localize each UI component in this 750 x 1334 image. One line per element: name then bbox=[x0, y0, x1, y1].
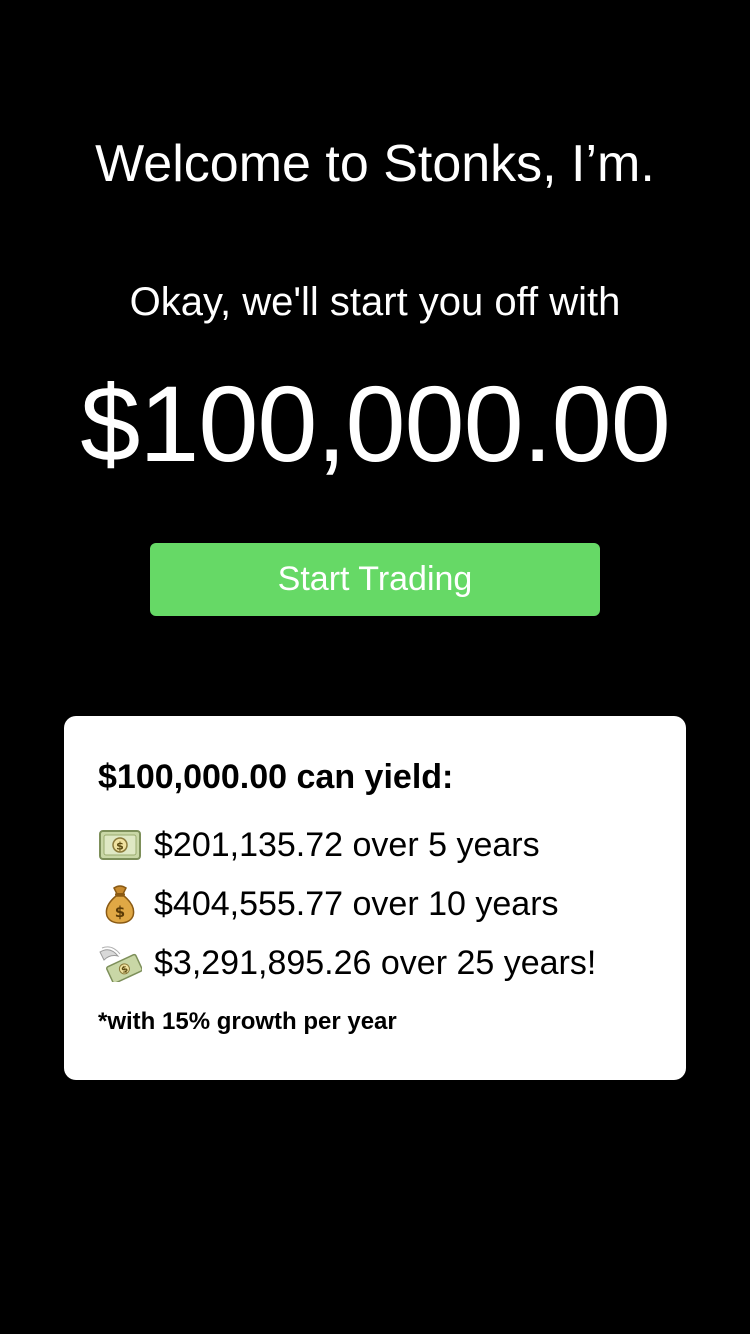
yield-row-5-years: $ $201,135.72 over 5 years bbox=[98, 821, 540, 869]
start-trading-button[interactable]: Start Trading bbox=[150, 543, 600, 616]
yield-row-10-years: $ $404,555.77 over 10 years bbox=[98, 880, 559, 928]
money-with-wings-icon: $ bbox=[98, 943, 142, 983]
yield-card-title: $100,000.00 can yield: bbox=[98, 758, 454, 796]
svg-text:$: $ bbox=[116, 840, 124, 853]
yield-5-years-text: $201,135.72 over 5 years bbox=[154, 826, 540, 864]
welcome-title: Welcome to Stonks, I’m. bbox=[95, 135, 655, 193]
svg-text:$: $ bbox=[115, 903, 125, 921]
start-amount-subtitle: Okay, we'll start you off with bbox=[129, 280, 621, 324]
yield-25-years-text: $3,291,895.26 over 25 years! bbox=[154, 944, 597, 982]
yield-row-25-years: $ $3,291,895.26 over 25 years! bbox=[98, 939, 596, 987]
starting-balance: $100,000.00 bbox=[80, 363, 671, 484]
money-bag-icon: $ bbox=[98, 884, 142, 924]
yield-10-years-text: $404,555.77 over 10 years bbox=[154, 885, 559, 923]
growth-footnote: *with 15% growth per year bbox=[98, 1008, 397, 1035]
dollar-banknote-icon: $ bbox=[98, 825, 142, 865]
yield-card: $100,000.00 can yield: $ $201,135.72 ove… bbox=[64, 716, 686, 1080]
